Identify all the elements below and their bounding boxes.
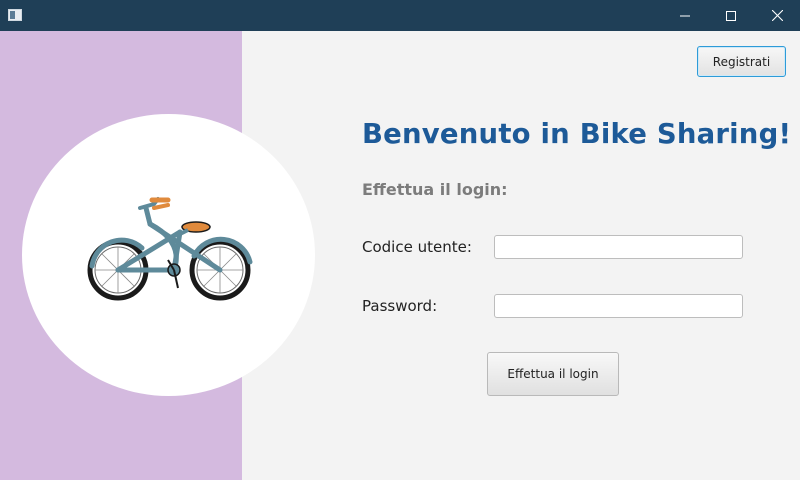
maximize-button[interactable]	[708, 0, 754, 31]
minimize-icon	[680, 15, 690, 16]
user-code-input[interactable]	[494, 235, 743, 259]
password-input[interactable]	[494, 294, 743, 318]
app-icon	[8, 9, 22, 21]
maximize-icon	[726, 10, 736, 21]
password-label: Password:	[362, 297, 438, 315]
close-icon	[771, 10, 783, 21]
title-bar	[0, 0, 800, 31]
close-button[interactable]	[754, 0, 800, 31]
user-code-label: Codice utente:	[362, 238, 472, 256]
login-subtitle: Effettua il login:	[362, 180, 508, 199]
page-title: Benvenuto in Bike Sharing!	[362, 118, 792, 150]
bicycle-icon	[87, 197, 253, 301]
register-button[interactable]: Registrati	[697, 46, 786, 77]
minimize-button[interactable]	[662, 0, 708, 31]
login-button[interactable]: Effettua il login	[487, 352, 619, 396]
